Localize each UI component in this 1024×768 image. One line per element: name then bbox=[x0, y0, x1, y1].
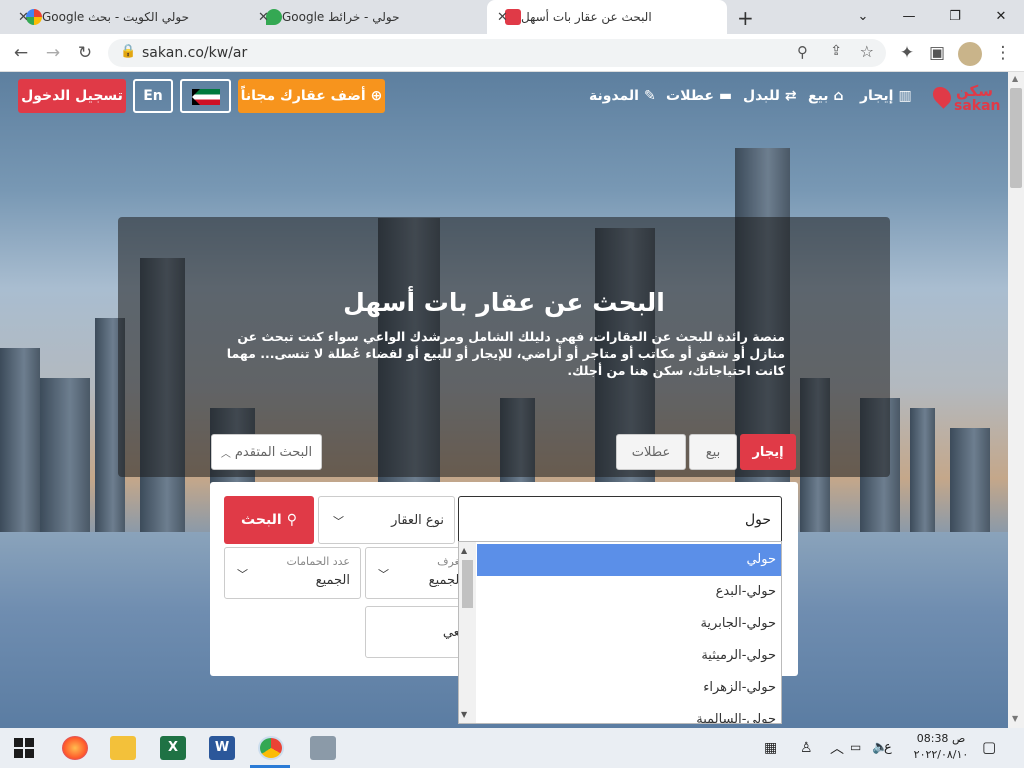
profile-avatar[interactable] bbox=[958, 42, 982, 66]
nav-sale[interactable]: ⌂ بيع bbox=[808, 88, 844, 104]
tab-google-search[interactable]: ✕ حولي الكويت - بحث Google bbox=[8, 0, 246, 34]
nav-exchange[interactable]: ⇄ للبدل bbox=[743, 88, 797, 104]
input-language-indicator[interactable]: ع bbox=[884, 740, 892, 755]
nav-blog[interactable]: ✎ المدونة bbox=[589, 88, 656, 104]
tab-holidays[interactable]: عطلات bbox=[616, 434, 686, 470]
side-panel-icon[interactable]: ▣ bbox=[926, 42, 948, 64]
taskbar: X W ▦ ♙ ︿ ▭ 🔈 ع 08:38 ص ٢٠٢٢/٠٨/١٠ ▢ bbox=[0, 728, 1024, 768]
bathrooms-select[interactable]: عدد الحمامات الجميع ﹀ bbox=[224, 547, 361, 599]
reload-icon[interactable]: ↻ bbox=[74, 42, 96, 64]
search-query-text: حول bbox=[744, 512, 771, 528]
back-icon[interactable]: ← bbox=[10, 42, 32, 64]
bed-icon: ▬ bbox=[718, 88, 733, 104]
search-button[interactable]: ⚲ البحث bbox=[224, 496, 314, 544]
dropdown-scrollbar[interactable]: ▲ ▼ bbox=[459, 542, 476, 723]
nav-rent[interactable]: ▥ إيجار bbox=[860, 88, 912, 104]
tab-rent[interactable]: إيجار bbox=[740, 434, 796, 470]
clock-date: ٢٠٢٢/٠٨/١٠ bbox=[913, 748, 969, 761]
location-pin-icon bbox=[929, 83, 955, 109]
clock-time: 08:38 ص bbox=[916, 732, 966, 745]
scroll-down-icon[interactable]: ▼ bbox=[1012, 714, 1018, 723]
blog-icon: ✎ bbox=[643, 88, 656, 104]
autocomplete-dropdown[interactable]: ▲ ▼ حولي حولي-البدع حولي-الجابرية حولي-ا… bbox=[458, 541, 782, 724]
suggestion-item[interactable]: حولي-الزهراء bbox=[477, 672, 781, 704]
swap-icon: ⇄ bbox=[784, 88, 797, 104]
login-button[interactable]: تسجيل الدخول bbox=[18, 79, 126, 113]
site-logo[interactable]: سكن sakan bbox=[929, 82, 1001, 118]
advanced-search-toggle[interactable]: البحث المتقدم ︿ bbox=[211, 434, 322, 470]
windows-start-icon[interactable] bbox=[14, 738, 34, 758]
kuwait-flag-icon bbox=[192, 89, 220, 105]
search-icon: ⚲ bbox=[286, 512, 297, 528]
firefox-icon[interactable] bbox=[62, 736, 88, 760]
page-scroll-thumb[interactable] bbox=[1010, 88, 1022, 188]
browser-tab-bar: ✕ حولي الكويت - بحث Google ✕ حولي - خرائ… bbox=[0, 0, 1024, 34]
network-icon[interactable]: ▭ bbox=[850, 740, 861, 754]
url-input[interactable]: 🔒 sakan.co/kw/ar ⚲ ⇪ ☆ bbox=[108, 39, 886, 67]
suggestion-item[interactable]: حولي-الجابرية bbox=[477, 608, 781, 640]
clock[interactable]: 08:38 ص ٢٠٢٢/٠٨/١٠ bbox=[912, 731, 970, 763]
hero-title: البحث عن عقار بات أسهل bbox=[343, 288, 665, 317]
minimize-button[interactable]: — bbox=[886, 2, 932, 30]
word-icon[interactable]: W bbox=[209, 736, 235, 760]
scroll-up-icon[interactable]: ▲ bbox=[1012, 74, 1018, 83]
close-tab-icon[interactable]: ✕ bbox=[18, 10, 29, 25]
add-property-button[interactable]: ⊕ أضف عقارك مجاناً bbox=[238, 79, 385, 113]
chevron-down-icon: ﹀ bbox=[333, 515, 344, 528]
zoom-icon[interactable]: ⚲ bbox=[797, 43, 808, 61]
keyboard-icon[interactable]: ▦ bbox=[764, 740, 777, 756]
show-hidden-icons[interactable]: ︿ bbox=[830, 738, 844, 758]
home-icon: ⌂ bbox=[833, 88, 844, 104]
chevron-down-icon: ﹀ bbox=[237, 568, 248, 581]
new-tab-button[interactable]: + bbox=[737, 6, 754, 30]
suggestion-item[interactable]: حولي-السالمية bbox=[477, 704, 781, 723]
person-icon[interactable]: ♙ bbox=[800, 740, 813, 756]
country-flag-button[interactable] bbox=[180, 79, 231, 113]
close-tab-icon[interactable]: ✕ bbox=[258, 10, 269, 25]
page-viewport: سكن sakan ▥ إيجار ⌂ بيع ⇄ للبدل ▬ عطلات ✎ الم… bbox=[0, 72, 1008, 728]
tab-title: حولي الكويت - بحث Google bbox=[42, 10, 189, 24]
suggestion-item[interactable]: حولي-الرميثية bbox=[477, 640, 781, 672]
suggestion-item[interactable]: حولي bbox=[477, 544, 781, 576]
chevron-up-icon: ︿ bbox=[220, 448, 231, 460]
close-tab-icon[interactable]: ✕ bbox=[497, 10, 508, 25]
url-text: sakan.co/kw/ar bbox=[142, 45, 248, 61]
restore-button[interactable]: ❐ bbox=[932, 2, 978, 30]
chevron-down-icon: ﹀ bbox=[378, 568, 389, 581]
property-type-select[interactable]: نوع العقار ﹀ bbox=[318, 496, 455, 544]
building-icon: ▥ bbox=[898, 88, 912, 104]
address-bar-row: ← → ↻ 🔒 sakan.co/kw/ar ⚲ ⇪ ☆ ✦ ▣ ⋮ bbox=[0, 34, 1024, 72]
reference-number-input[interactable]: الرقم المرجعي bbox=[365, 606, 465, 658]
chrome-icon[interactable] bbox=[258, 736, 284, 760]
plus-circle-icon: ⊕ bbox=[370, 88, 383, 104]
rooms-select[interactable]: عدد الغرف الجميع ﹀ bbox=[365, 547, 468, 599]
suggestion-item[interactable]: حولي-البدع bbox=[477, 576, 781, 608]
forward-icon[interactable]: → bbox=[42, 42, 64, 64]
logo-text-en: sakan bbox=[954, 98, 1001, 114]
tab-google-maps[interactable]: ✕ حولي - خرائط Google bbox=[248, 0, 486, 34]
file-explorer-icon[interactable] bbox=[110, 736, 136, 760]
language-button[interactable]: En bbox=[133, 79, 173, 113]
tab-sale[interactable]: بيع bbox=[689, 434, 737, 470]
extensions-icon[interactable]: ✦ bbox=[896, 42, 918, 64]
tab-sakan[interactable]: ✕ البحث عن عقار بات أسهل bbox=[487, 0, 727, 34]
hero-description: منصة رائدة للبحث عن العقارات، فهي دليلك … bbox=[226, 329, 785, 378]
close-window-button[interactable]: ✕ bbox=[978, 2, 1024, 30]
menu-icon[interactable]: ⋮ bbox=[992, 42, 1014, 64]
tab-title: البحث عن عقار بات أسهل bbox=[521, 10, 652, 24]
calculator-icon[interactable] bbox=[310, 736, 336, 760]
bookmark-star-icon[interactable]: ☆ bbox=[860, 42, 874, 61]
location-search-input[interactable]: حول bbox=[458, 496, 782, 544]
tab-title: حولي - خرائط Google bbox=[282, 10, 400, 24]
nav-holidays[interactable]: ▬ عطلات bbox=[666, 88, 732, 104]
notifications-icon[interactable]: ▢ bbox=[982, 738, 996, 756]
excel-icon[interactable]: X bbox=[160, 736, 186, 760]
tab-search-icon[interactable]: ⌄ bbox=[840, 2, 886, 30]
share-icon[interactable]: ⇪ bbox=[830, 43, 842, 59]
lock-icon: 🔒 bbox=[120, 44, 137, 59]
